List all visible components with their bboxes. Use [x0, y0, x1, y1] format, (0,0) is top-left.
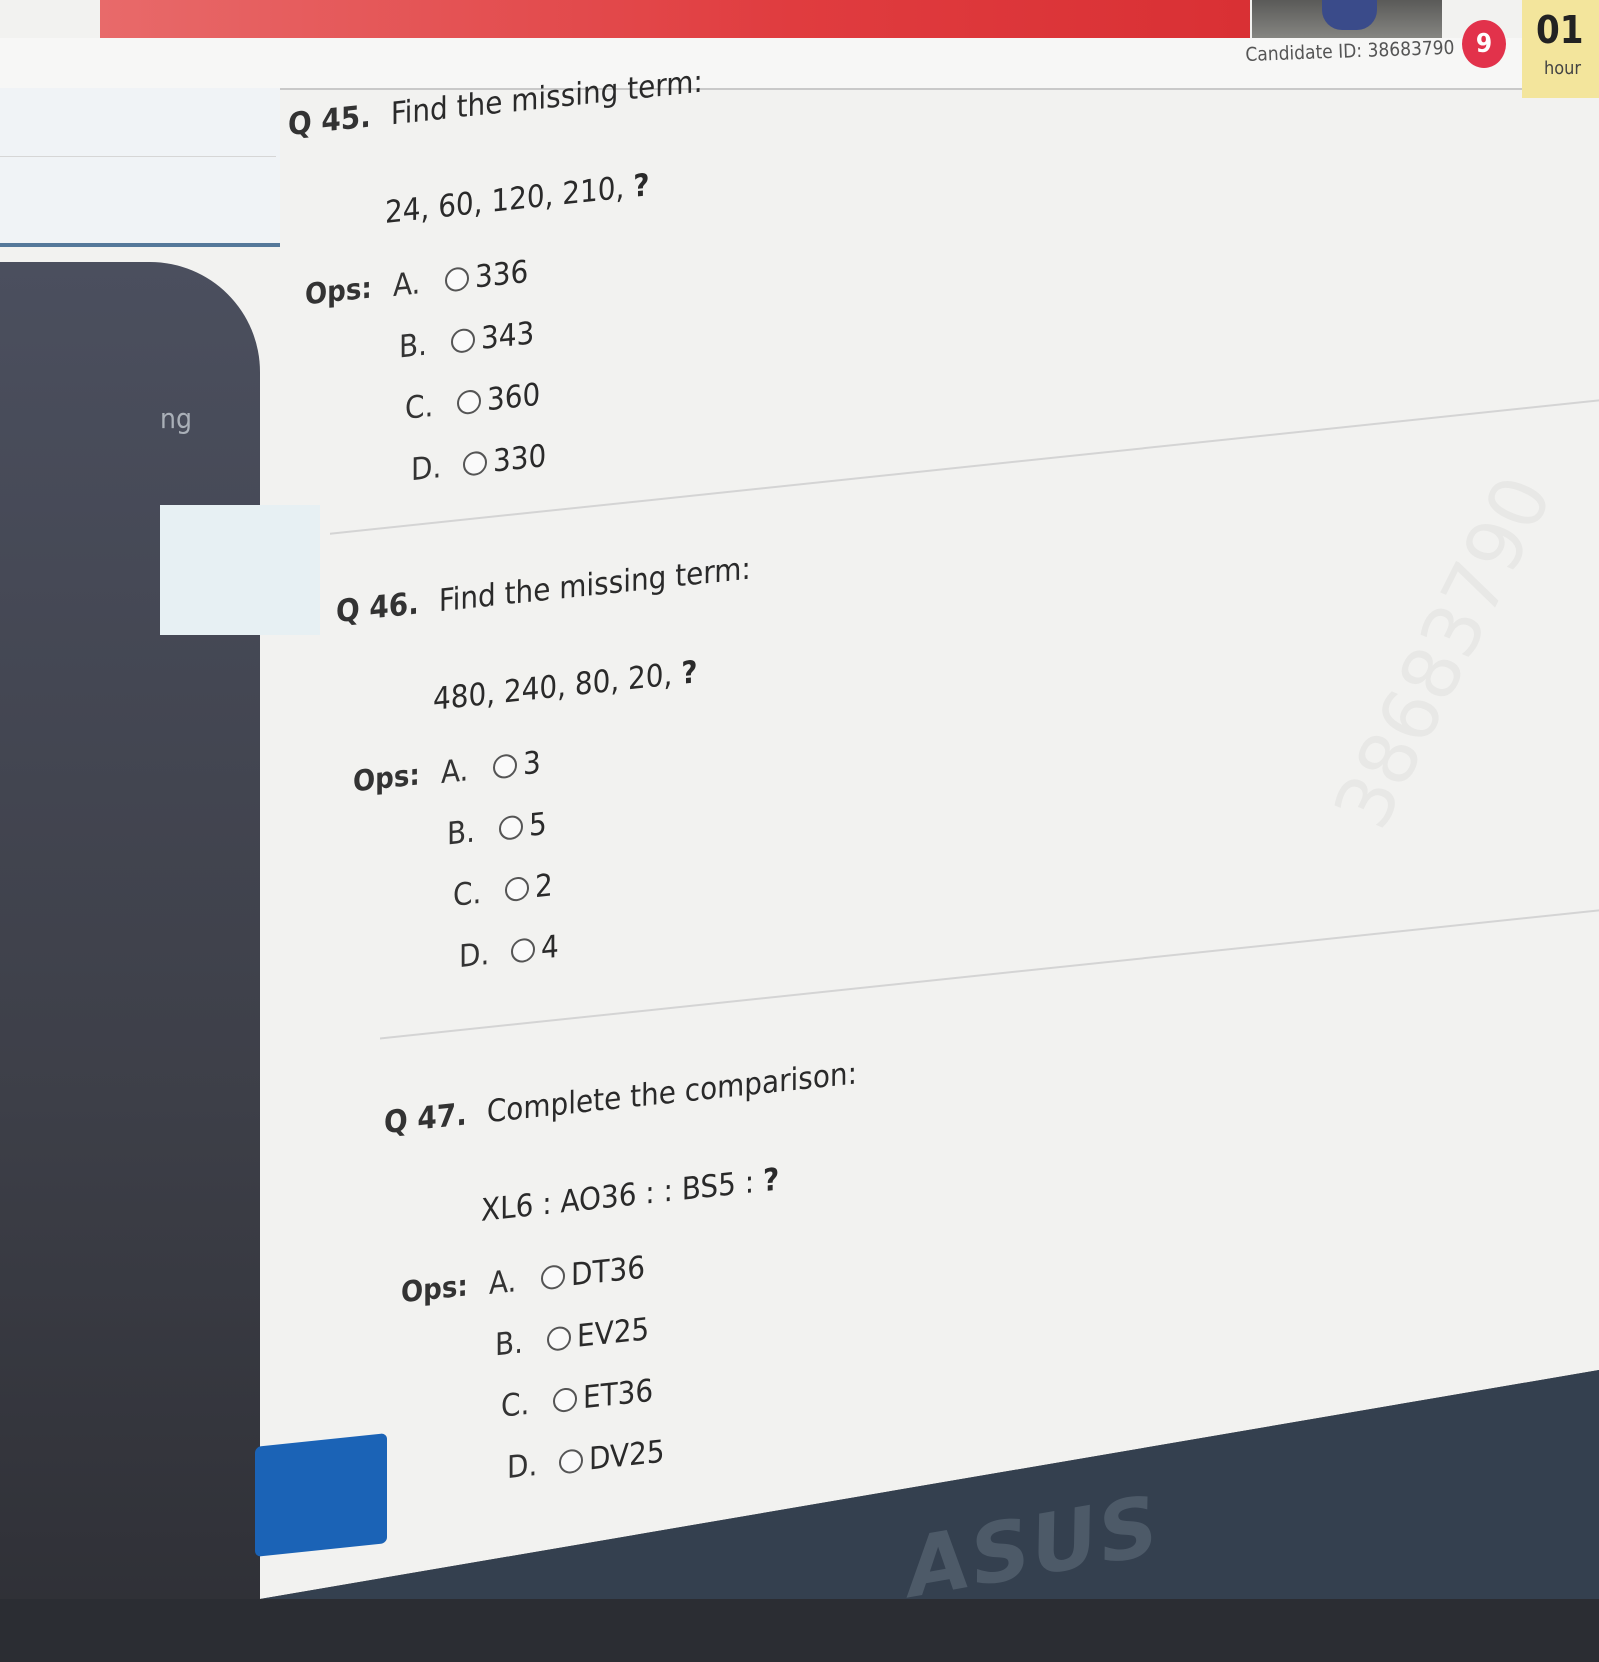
- option-b[interactable]: B. 5: [447, 806, 547, 852]
- option-value: EV25: [577, 1311, 650, 1355]
- option-letter: A.: [489, 1263, 517, 1303]
- radio-button[interactable]: [553, 1386, 577, 1414]
- option-a[interactable]: A. 3: [441, 745, 541, 791]
- option-letter: C.: [453, 874, 482, 914]
- sidebar-item-label[interactable]: ng: [160, 402, 192, 435]
- option-value: ET36: [583, 1372, 654, 1417]
- question-prompt: Complete the comparison:: [486, 1055, 857, 1131]
- option-b[interactable]: B. EV25: [495, 1311, 649, 1363]
- question-mark: ?: [681, 654, 698, 692]
- option-b[interactable]: B. 343: [399, 315, 534, 365]
- option-letter: D.: [507, 1446, 538, 1487]
- question-mark: ?: [633, 167, 650, 205]
- exam-screen: Candidate ID: 38683790 9 01 hour ng 3868…: [0, 0, 1599, 1599]
- option-letter: D.: [459, 935, 490, 976]
- sequence-text: XL6 : AO36 : : BS5 :: [481, 1164, 755, 1229]
- question-sequence: 480, 240, 80, 20, ?: [433, 654, 697, 718]
- option-value: 2: [535, 867, 553, 906]
- question-title: Q 46. Find the missing term:: [336, 551, 751, 631]
- radio-button[interactable]: [547, 1325, 571, 1352]
- sidebar-divider: [0, 156, 276, 157]
- option-value: 343: [481, 315, 535, 357]
- option-a[interactable]: A. 336: [393, 254, 528, 304]
- option-letter: C.: [405, 387, 434, 427]
- question-sequence: XL6 : AO36 : : BS5 : ?: [481, 1162, 779, 1229]
- option-a[interactable]: A. DT36: [489, 1250, 645, 1302]
- radio-button[interactable]: [463, 450, 487, 477]
- option-value: 4: [541, 928, 559, 967]
- option-letter: B.: [495, 1324, 523, 1364]
- question-mark: ?: [762, 1161, 780, 1200]
- radio-button[interactable]: [493, 753, 517, 780]
- option-letter: B.: [447, 813, 475, 853]
- question-sequence: 24, 60, 120, 210, ?: [385, 167, 649, 231]
- option-d[interactable]: D. DV25: [507, 1434, 665, 1487]
- option-letter: C.: [501, 1385, 530, 1425]
- option-c[interactable]: C. 360: [405, 377, 540, 427]
- option-value: 360: [487, 376, 541, 419]
- radio-button[interactable]: [559, 1448, 583, 1475]
- question-prompt: Find the missing term:: [390, 63, 703, 133]
- radio-button[interactable]: [511, 937, 535, 964]
- option-value: DV25: [589, 1433, 665, 1478]
- options-label: Ops:: [401, 1268, 468, 1310]
- option-c[interactable]: C. 2: [453, 867, 553, 913]
- radio-button[interactable]: [451, 327, 475, 355]
- option-letter: B.: [399, 326, 427, 366]
- option-d[interactable]: D. 4: [459, 929, 559, 975]
- option-letter: D.: [411, 449, 442, 489]
- option-value: 336: [475, 253, 529, 296]
- question-number: Q 45.: [288, 98, 371, 144]
- option-letter: A.: [441, 752, 469, 792]
- radio-button[interactable]: [541, 1264, 565, 1291]
- question-number: Q 47.: [384, 1096, 467, 1142]
- question-prompt: Find the missing term:: [438, 550, 751, 620]
- option-value: 3: [523, 744, 541, 783]
- option-value: 330: [493, 438, 547, 480]
- sequence-text: 480, 240, 80, 20,: [433, 656, 673, 718]
- watermark: 38683790: [1316, 464, 1570, 840]
- radio-button[interactable]: [499, 814, 523, 841]
- option-value: DT36: [571, 1249, 645, 1294]
- question-number: Q 46.: [336, 585, 419, 631]
- option-d[interactable]: D. 330: [411, 438, 546, 488]
- options-label: Ops:: [353, 757, 420, 799]
- option-value: 5: [529, 805, 547, 844]
- options-label: Ops:: [305, 270, 372, 312]
- sidebar-panel: [0, 88, 280, 247]
- sequence-text: 24, 60, 120, 210,: [385, 169, 625, 231]
- sidebar-question-panel: [0, 262, 260, 1599]
- option-c[interactable]: C. ET36: [501, 1373, 653, 1425]
- question-title: Q 47. Complete the comparison:: [384, 1055, 857, 1141]
- question-divider: [380, 908, 1599, 1040]
- radio-button[interactable]: [457, 388, 481, 416]
- question-list: 38683790 Q 45. Find the missing term: 24,…: [280, 0, 1599, 1599]
- radio-button[interactable]: [445, 266, 469, 293]
- option-letter: A.: [393, 265, 421, 305]
- radio-button[interactable]: [505, 875, 529, 903]
